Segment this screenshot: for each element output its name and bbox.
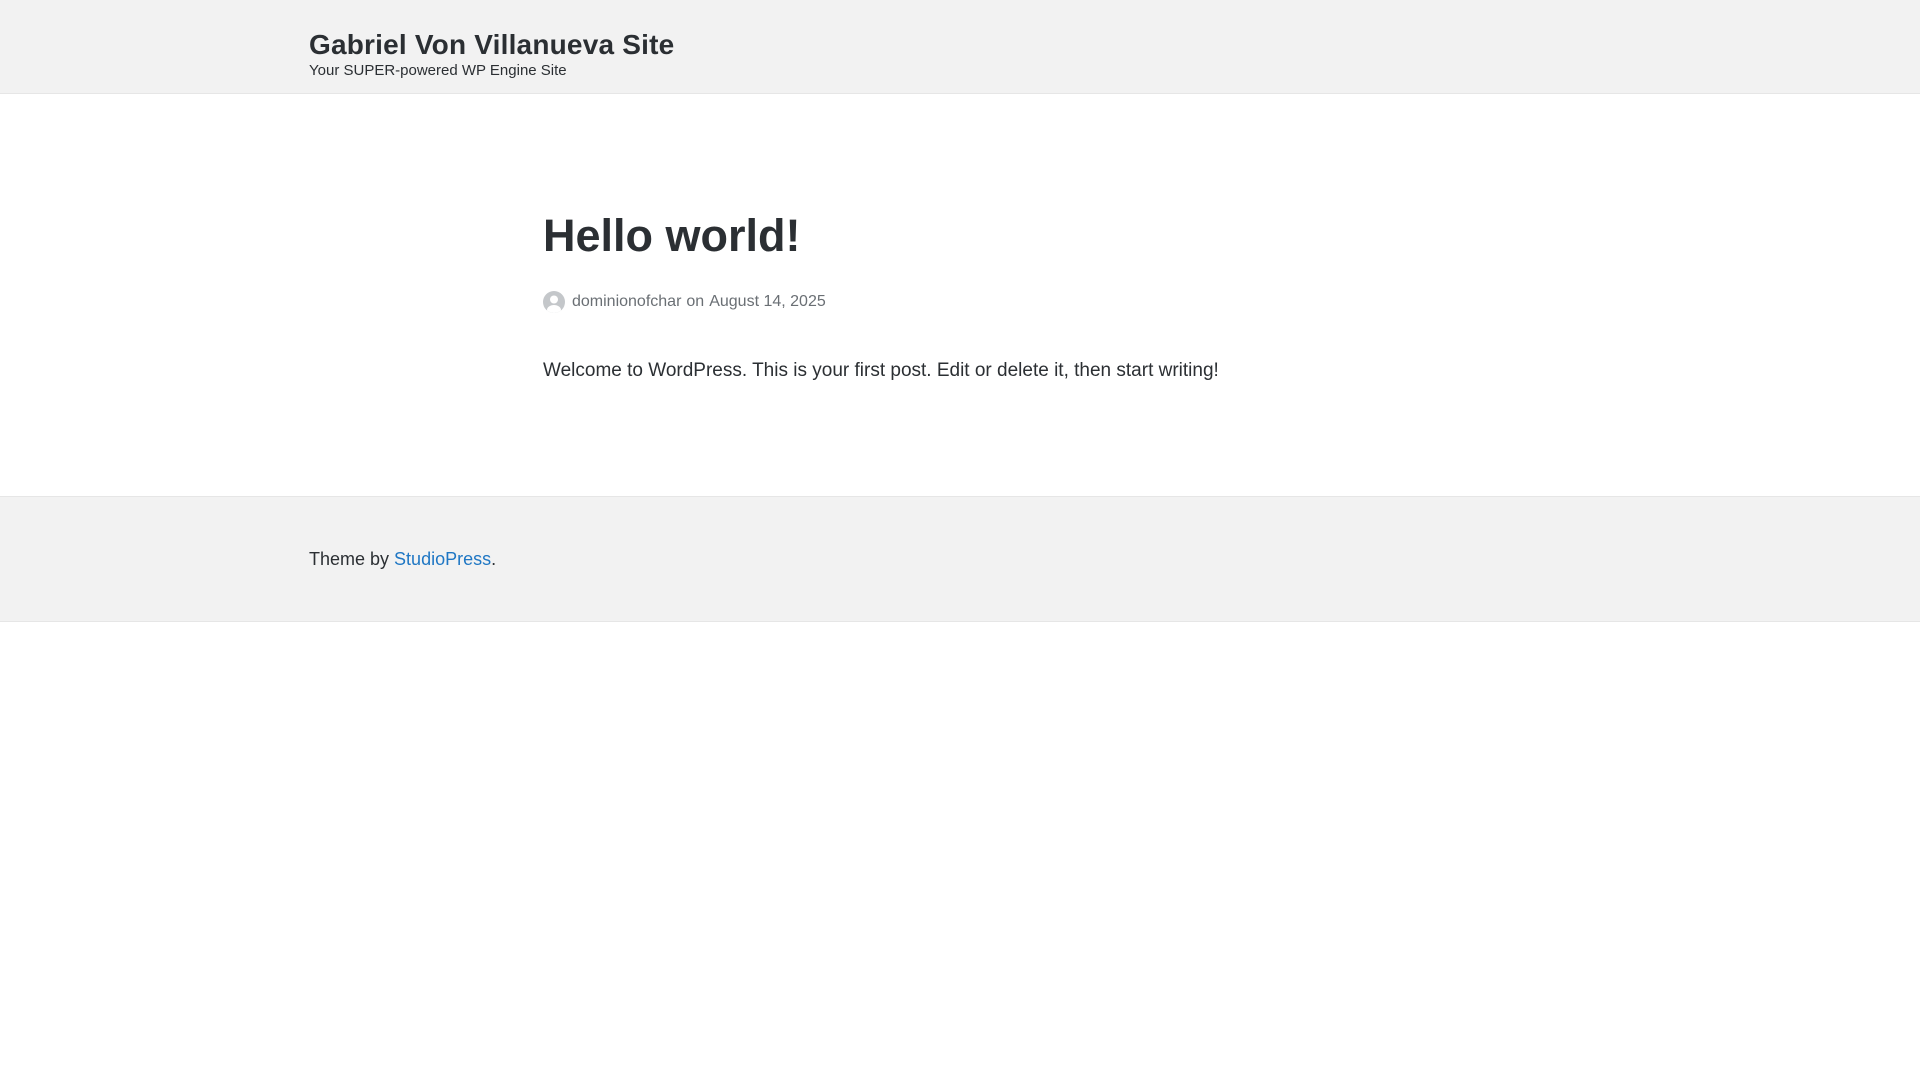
footer-credit-prefix: Theme by [309, 549, 395, 569]
post-entry: Hello world! dominionofchar on August 14… [543, 200, 1443, 386]
avatar-icon [543, 291, 565, 313]
site-footer: Theme by StudioPress. [0, 496, 1920, 622]
post-author-link[interactable]: dominionofchar [572, 290, 681, 314]
site-tagline: Your SUPER-powered WP Engine Site [309, 62, 567, 79]
site-title-link[interactable]: Gabriel Von Villanueva Site [309, 28, 674, 62]
post-date-link[interactable]: August 14, 2025 [709, 290, 826, 314]
site-header: Gabriel Von Villanueva Site Your SUPER-p… [0, 0, 1920, 94]
post-meta: dominionofchar on August 14, 2025 [543, 290, 1443, 314]
footer-credit-suffix: . [491, 549, 497, 569]
post-title: Hello world! [543, 210, 801, 261]
footer-credit: Theme by StudioPress. [309, 547, 496, 571]
post-meta-separator: on [686, 293, 705, 310]
post-content: Welcome to WordPress. This is your first… [543, 360, 1219, 381]
studiopress-link[interactable]: StudioPress [394, 549, 491, 569]
